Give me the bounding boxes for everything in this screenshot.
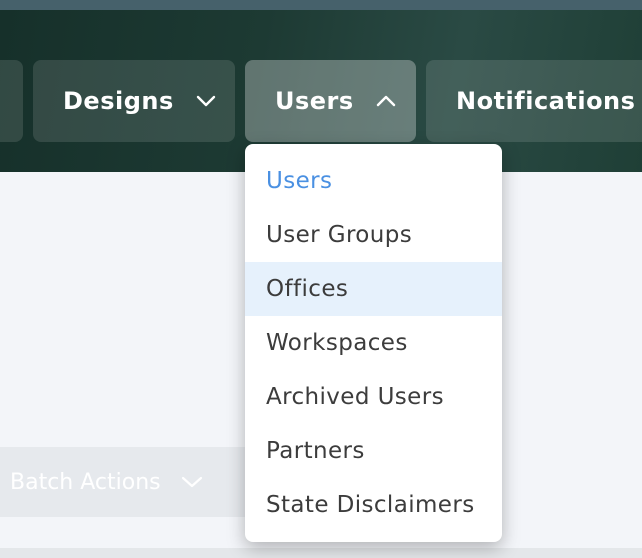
menu-item-archived-users[interactable]: Archived Users	[245, 370, 502, 424]
nav-item-designs[interactable]: Designs	[33, 60, 235, 142]
nav-item-users[interactable]: Users	[245, 60, 416, 142]
chevron-down-icon	[181, 476, 202, 488]
table-header-strip	[0, 548, 642, 558]
menu-item-user-groups[interactable]: User Groups	[245, 208, 502, 262]
batch-actions-button[interactable]: Batch Actions	[0, 447, 250, 517]
nav-item-label: Users	[275, 87, 354, 115]
users-dropdown-menu: Users User Groups Offices Workspaces Arc…	[245, 144, 502, 542]
batch-actions-label: Batch Actions	[10, 469, 161, 495]
nav-item-notifications[interactable]: Notifications	[426, 60, 642, 142]
nav-item-label: Notifications	[456, 87, 636, 115]
menu-item-users[interactable]: Users	[245, 154, 502, 208]
chevron-down-icon	[196, 95, 215, 107]
page: Designs Users Notifications Batch Action…	[0, 0, 642, 558]
chevron-up-icon	[376, 95, 395, 107]
menu-item-workspaces[interactable]: Workspaces	[245, 316, 502, 370]
nav-item-label: Designs	[63, 87, 174, 115]
menu-item-offices[interactable]: Offices	[245, 262, 502, 316]
nav-item-previous[interactable]	[0, 60, 23, 142]
menu-item-partners[interactable]: Partners	[245, 424, 502, 478]
menu-item-state-disclaimers[interactable]: State Disclaimers	[245, 478, 502, 532]
